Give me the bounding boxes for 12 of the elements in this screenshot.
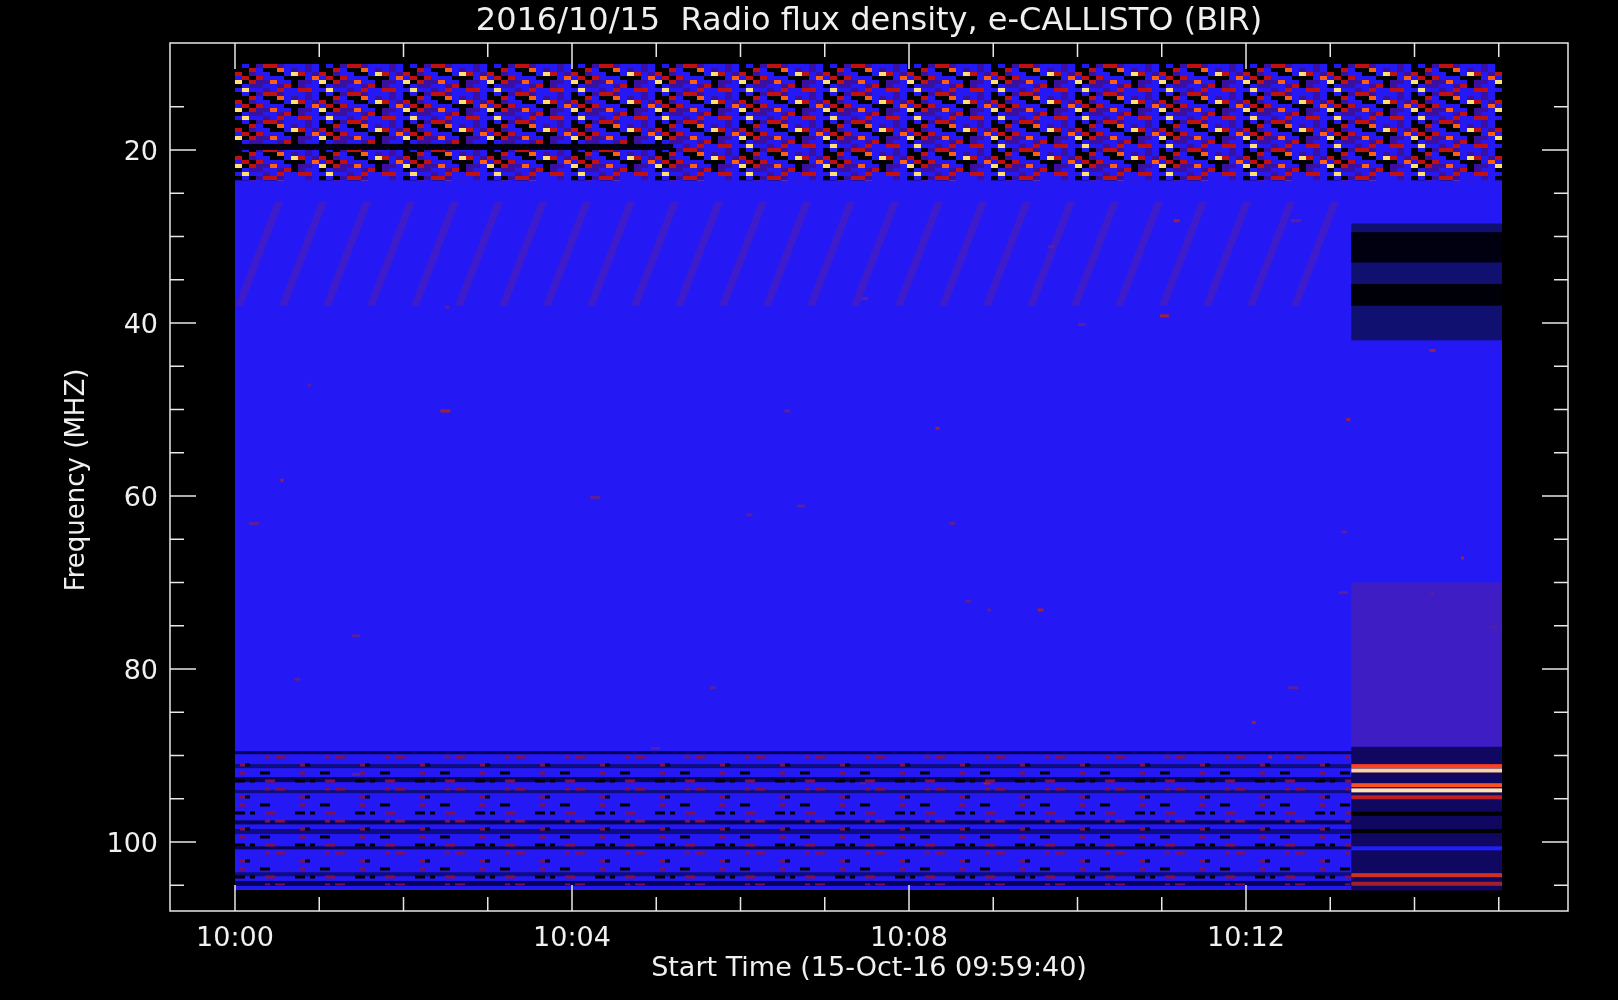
y-tick-label: 40 <box>123 308 158 339</box>
y-tick-label: 100 <box>106 827 158 858</box>
x-axis-label: Start Time (15-Oct-16 09:59:40) <box>651 951 1087 982</box>
chart-title: 2016/10/15 Radio flux density, e-CALLISTO (BIR) <box>475 0 1263 38</box>
y-tick-label: 80 <box>123 654 158 685</box>
x-tick-label: 10:08 <box>870 921 948 952</box>
y-tick-label: 60 <box>123 481 158 512</box>
y-tick-label: 20 <box>123 135 158 166</box>
x-tick-label: 10:00 <box>196 921 274 952</box>
x-tick-label: 10:12 <box>1207 921 1285 952</box>
x-tick-label: 10:04 <box>533 921 611 952</box>
y-axis-label: Frequency (MHZ) <box>60 368 90 592</box>
